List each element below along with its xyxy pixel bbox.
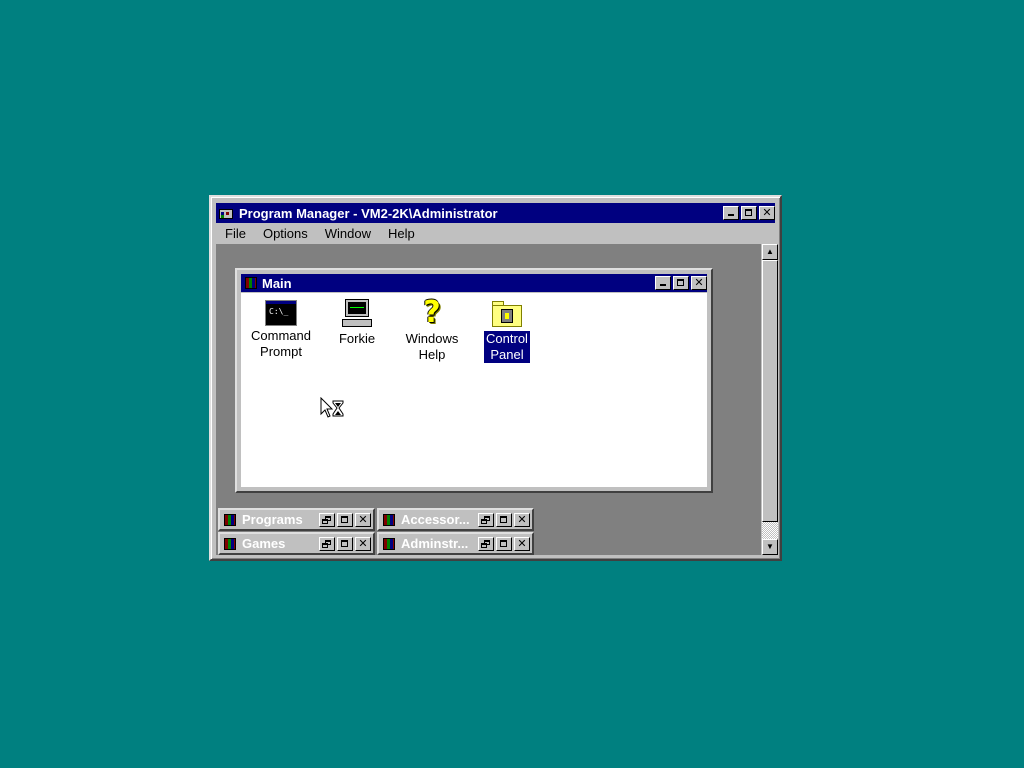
minimized-group-games[interactable]: Games ✕ <box>218 532 375 555</box>
minimized-group-title: Accessor... <box>401 512 470 527</box>
minimized-group-programs[interactable]: Programs ✕ <box>218 508 375 531</box>
minimized-group-title: Adminstr... <box>401 536 469 551</box>
main-minimize-button[interactable] <box>655 276 671 290</box>
mdi-client-area: Main ✕ C:\_ Command Prompt Forkie ? Wind… <box>216 244 761 555</box>
program-item-windows-help[interactable]: ? Windows Help <box>392 297 472 363</box>
menu-options[interactable]: Options <box>254 226 316 241</box>
maximize-button[interactable] <box>337 512 353 527</box>
restore-button[interactable] <box>319 512 335 527</box>
program-manager-icon[interactable] <box>219 206 235 220</box>
program-item-label[interactable]: Control Panel <box>484 331 530 363</box>
vertical-scrollbar[interactable]: ▲ ▼ <box>762 244 778 555</box>
maximize-button[interactable] <box>496 512 512 527</box>
restore-button[interactable] <box>319 536 335 551</box>
busy-cursor-icon <box>320 397 344 418</box>
control-panel-icon[interactable] <box>491 297 523 329</box>
program-item-forkie[interactable]: Forkie <box>317 297 397 347</box>
program-item-label[interactable]: Command Prompt <box>249 328 313 360</box>
minimize-button[interactable] <box>723 206 739 220</box>
close-button[interactable]: ✕ <box>759 206 775 220</box>
program-group-icon[interactable] <box>223 537 239 551</box>
close-button[interactable]: ✕ <box>514 512 530 527</box>
minimized-group-title: Games <box>242 536 286 551</box>
program-group-icon[interactable] <box>244 276 260 290</box>
restore-button[interactable] <box>478 512 494 527</box>
cmd-icon-text: C:\_ <box>269 307 289 316</box>
program-group-icon[interactable] <box>382 537 398 551</box>
close-button[interactable]: ✕ <box>355 536 371 551</box>
close-button[interactable]: ✕ <box>355 512 371 527</box>
program-group-icon[interactable] <box>382 513 398 527</box>
main-group-title: Main <box>262 275 292 291</box>
maximize-button[interactable] <box>496 536 512 551</box>
program-manager-window[interactable]: Program Manager - VM2-2K\Administrator ✕… <box>209 195 782 561</box>
program-item-command-prompt[interactable]: C:\_ Command Prompt <box>241 297 321 360</box>
menu-help[interactable]: Help <box>379 226 423 241</box>
program-group-icon[interactable] <box>223 513 239 527</box>
maximize-button[interactable] <box>741 206 757 220</box>
main-maximize-button[interactable] <box>673 276 689 290</box>
main-close-button[interactable]: ✕ <box>691 276 707 290</box>
command-prompt-icon[interactable]: C:\_ <box>265 300 297 326</box>
main-group-window[interactable]: Main ✕ C:\_ Command Prompt Forkie ? Wind… <box>235 268 713 493</box>
restore-button[interactable] <box>478 536 494 551</box>
maximize-button[interactable] <box>337 536 353 551</box>
scroll-down-arrow-icon[interactable]: ▼ <box>762 539 778 555</box>
minimized-group-title: Programs <box>242 512 303 527</box>
program-item-label[interactable]: Forkie <box>337 331 377 347</box>
close-button[interactable]: ✕ <box>514 536 530 551</box>
menu-file[interactable]: File <box>216 226 254 241</box>
scroll-thumb[interactable] <box>762 260 778 522</box>
question-mark-icon[interactable]: ? <box>416 297 448 329</box>
scroll-up-arrow-icon[interactable]: ▲ <box>762 244 778 260</box>
program-manager-titlebar[interactable]: Program Manager - VM2-2K\Administrator ✕ <box>216 203 775 223</box>
program-item-label[interactable]: Windows Help <box>404 331 461 363</box>
main-group-content: C:\_ Command Prompt Forkie ? Windows Hel… <box>241 293 707 487</box>
computer-icon[interactable] <box>341 297 373 329</box>
minimized-group-administrative[interactable]: Adminstr... ✕ <box>377 532 534 555</box>
menu-window[interactable]: Window <box>316 226 379 241</box>
menu-bar: File Options Window Help <box>216 224 775 243</box>
main-group-titlebar[interactable]: Main ✕ <box>241 274 707 292</box>
window-title: Program Manager - VM2-2K\Administrator <box>239 205 498 221</box>
program-item-control-panel[interactable]: Control Panel <box>467 297 547 363</box>
minimized-group-accessories[interactable]: Accessor... ✕ <box>377 508 534 531</box>
